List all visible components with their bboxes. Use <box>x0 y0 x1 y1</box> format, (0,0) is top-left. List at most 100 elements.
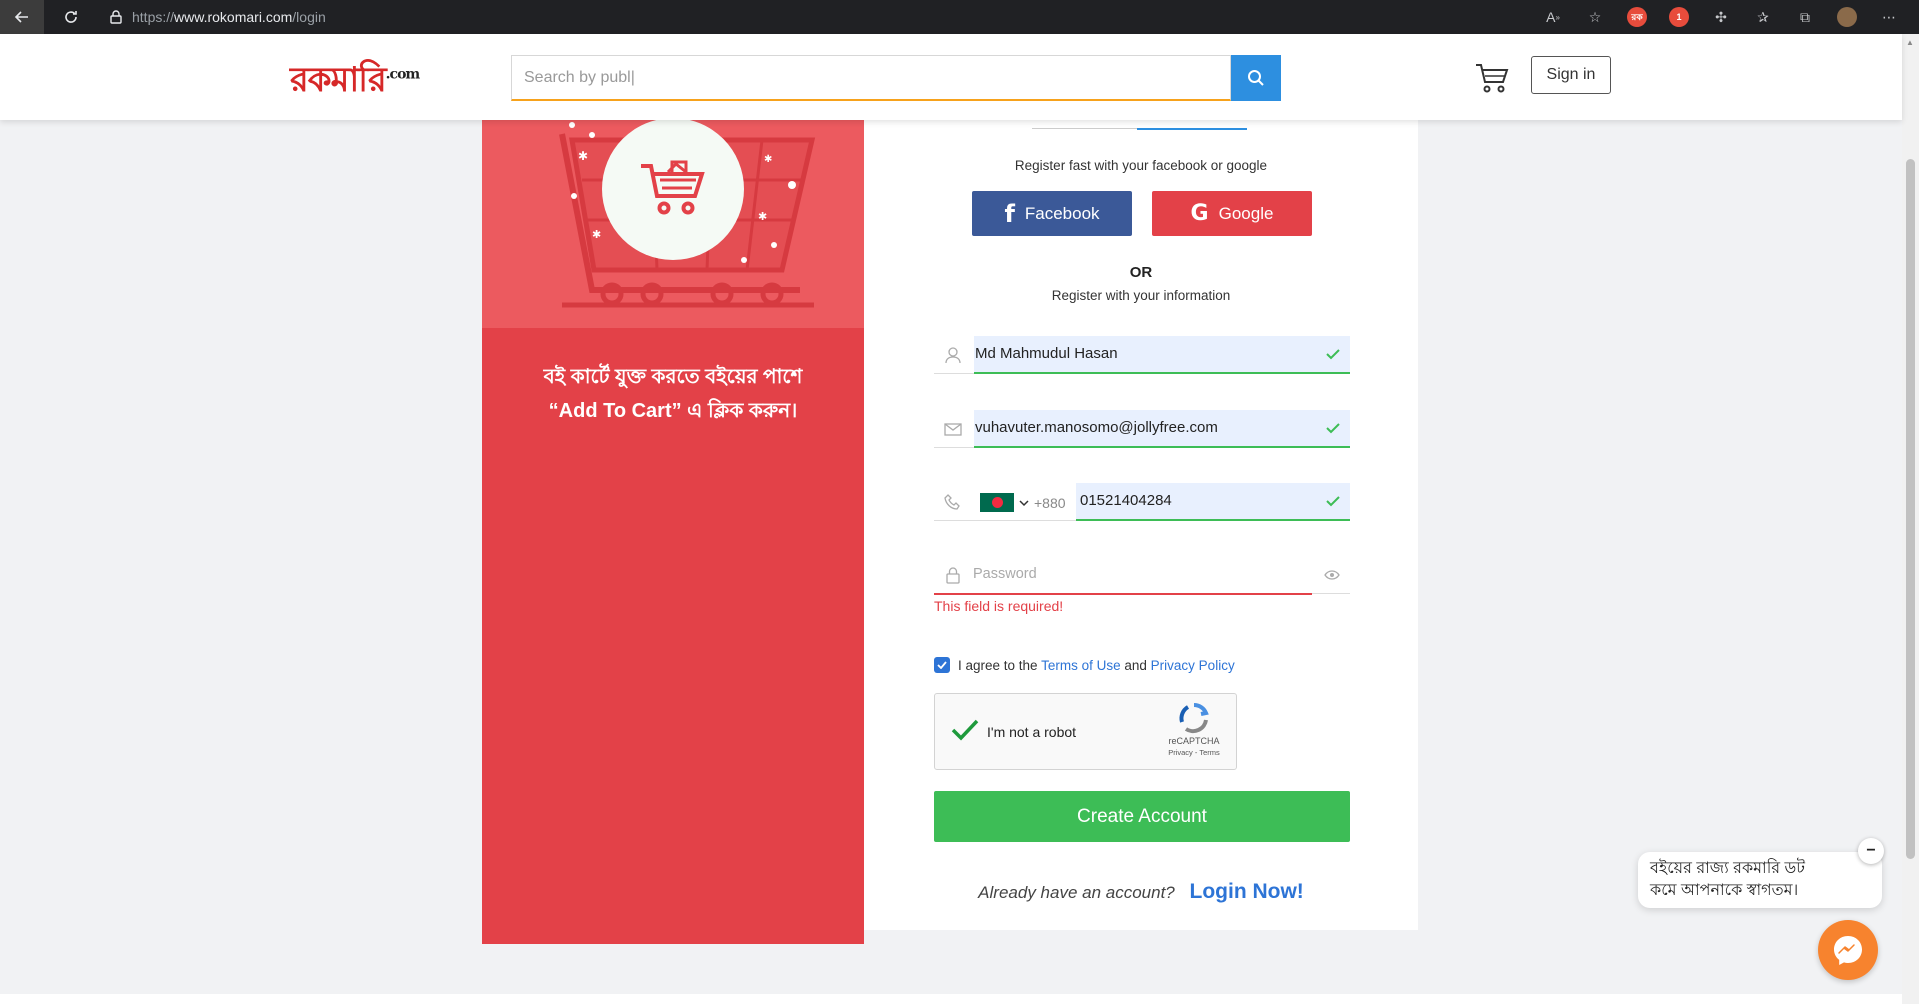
promo-text: বই কার্টে যুক্ত করতে বইয়ের পাশে “Add To… <box>482 360 864 428</box>
messenger-button[interactable] <box>1818 920 1878 980</box>
scroll-thumb[interactable] <box>1906 159 1915 859</box>
browser-actions: A» ☆ রক 1 ✣ ✰ ⧉ ⋯ <box>1543 0 1899 34</box>
svg-text:✱: ✱ <box>578 149 588 163</box>
cart-icon[interactable] <box>1474 60 1510 96</box>
url-host: www.rokomari.com <box>174 9 293 25</box>
browser-toolbar: https://www.rokomari.com/login A» ☆ রক 1… <box>0 0 1919 34</box>
logo-text: রকমারি <box>290 60 387 100</box>
chat-greeting-bubble[interactable]: বইয়ের রাজ্য রকমারি ডট কমে আপনাকে স্বাগত… <box>1638 852 1882 908</box>
page-scrollbar[interactable]: ▲ <box>1902 34 1919 1004</box>
already-account-text: Already have an account? <box>978 883 1175 902</box>
reload-icon <box>65 11 77 23</box>
password-error-underline <box>934 593 1312 595</box>
register-form-panel: Register fast with your facebook or goog… <box>864 120 1418 930</box>
eye-icon[interactable] <box>1324 570 1340 580</box>
cart-badge-circle <box>602 120 744 260</box>
phone-field: +880 01521404284 <box>934 483 1350 521</box>
favorites-icon[interactable]: ✰ <box>1753 7 1773 27</box>
lock-icon <box>110 10 122 24</box>
url-text: https://www.rokomari.com/login <box>132 9 326 25</box>
lock-icon <box>946 567 960 584</box>
social-register-hint: Register fast with your facebook or goog… <box>1014 158 1268 173</box>
password-error-message: This field is required! <box>934 598 1064 614</box>
extension-notification-icon[interactable]: 1 <box>1669 7 1689 27</box>
recaptcha-brand: reCAPTCHA <box>1168 736 1220 746</box>
site-header: রকমারি.com Search by publ| Sign in <box>0 34 1902 120</box>
recaptcha-logo: reCAPTCHA Privacy - Terms <box>1164 702 1224 757</box>
facebook-button-label: Facebook <box>1024 203 1100 223</box>
password-input[interactable]: Password <box>973 566 1037 582</box>
search-bar: Search by publ| <box>511 55 1281 101</box>
google-button-label: Google <box>1218 203 1274 223</box>
collections-icon[interactable]: ⧉ <box>1795 7 1815 27</box>
phone-icon <box>944 494 960 510</box>
phone-country-code: +880 <box>1034 494 1066 511</box>
search-button[interactable] <box>1231 55 1281 101</box>
svg-text:✱: ✱ <box>758 211 767 223</box>
reload-button[interactable] <box>54 0 88 34</box>
chat-line-1: বইয়ের রাজ্য রকমারি ডট <box>1650 860 1806 877</box>
phone-input[interactable]: 01521404284 <box>1076 483 1350 521</box>
recaptcha-widget[interactable]: I'm not a robot reCAPTCHA Privacy - Term… <box>934 693 1237 770</box>
privacy-policy-link[interactable]: Privacy Policy <box>1151 658 1235 673</box>
more-menu-icon[interactable]: ⋯ <box>1879 7 1899 27</box>
password-field: Password <box>934 556 1350 595</box>
sign-in-button[interactable]: Sign in <box>1531 56 1611 94</box>
arrow-left-icon <box>14 11 28 23</box>
agree-prefix: I agree to the <box>958 657 1038 673</box>
read-aloud-icon[interactable]: A» <box>1543 7 1563 27</box>
envelope-icon <box>944 423 962 436</box>
google-button[interactable]: G Google <box>1152 191 1312 236</box>
site-logo[interactable]: রকমারি.com <box>290 54 421 111</box>
recaptcha-privacy-terms[interactable]: Privacy - Terms <box>1164 748 1224 757</box>
promo-illustration: ✱ ✱ ✱ ✱ <box>482 120 864 328</box>
search-input[interactable]: Search by publ| <box>511 55 1231 101</box>
promo-panel: ✱ ✱ ✱ ✱ বই কার্টে যুক্ত করতে বইয়ের পাশে… <box>482 120 864 944</box>
address-bar[interactable]: https://www.rokomari.com/login <box>110 0 326 34</box>
extension-badge: 1 <box>1676 12 1682 22</box>
minus-icon: − <box>1866 842 1876 859</box>
terms-checkbox[interactable] <box>934 657 950 673</box>
extension-rokomari-icon[interactable]: রক <box>1627 7 1647 27</box>
promo-line-2: “Add To Cart” এ ক্লিক করুন। <box>548 400 798 422</box>
profile-avatar[interactable] <box>1837 7 1857 27</box>
country-code-select[interactable]: +880 <box>980 493 1066 512</box>
checkmark-icon <box>937 661 947 669</box>
recaptcha-check-icon[interactable] <box>951 718 979 742</box>
chat-close-button[interactable]: − <box>1858 838 1884 864</box>
back-button[interactable] <box>0 0 44 34</box>
search-input-value: Search by publ| <box>524 69 635 86</box>
email-field: vuhavuter.manosomo@jollyfree.com <box>934 410 1350 448</box>
logo-suffix: .com <box>385 66 421 83</box>
terms-of-use-link[interactable]: Terms of Use <box>1041 658 1121 673</box>
promo-line-1: বই কার্টে যুক্ত করতে বইয়ের পাশে <box>543 366 803 388</box>
url-scheme: https:// <box>132 9 175 25</box>
chevron-down-icon <box>1019 499 1029 506</box>
info-register-hint: Register with your information <box>1051 288 1231 303</box>
login-now-link[interactable]: Login Now! <box>1190 880 1304 903</box>
bangladesh-flag-icon <box>980 493 1014 512</box>
email-input[interactable]: vuhavuter.manosomo@jollyfree.com <box>974 410 1350 448</box>
create-account-button[interactable]: Create Account <box>934 791 1350 842</box>
tab-signup-underline[interactable] <box>1137 128 1247 130</box>
scroll-up-arrow-icon[interactable]: ▲ <box>1906 38 1914 47</box>
search-icon <box>1248 70 1264 86</box>
svg-text:✱: ✱ <box>764 154 772 165</box>
check-icon <box>1326 349 1340 360</box>
facebook-button[interactable]: f Facebook <box>972 191 1132 236</box>
check-icon <box>1326 423 1340 434</box>
name-field: Md Mahmudul Hasan <box>934 336 1350 374</box>
terms-agreement: I agree to the Terms of Use and Privacy … <box>934 657 1235 673</box>
tab-login-underline[interactable] <box>1032 128 1137 129</box>
name-input[interactable]: Md Mahmudul Hasan <box>974 336 1350 374</box>
extensions-icon[interactable]: ✣ <box>1711 7 1731 27</box>
svg-text:✱: ✱ <box>592 229 601 241</box>
password-underline <box>1312 593 1350 594</box>
recaptcha-label: I'm not a robot <box>987 724 1077 740</box>
or-divider: OR <box>1129 264 1153 281</box>
url-path: /login <box>292 9 326 25</box>
favorite-add-icon[interactable]: ☆ <box>1585 7 1605 27</box>
recaptcha-logo-icon <box>1179 703 1209 734</box>
chat-line-2: কমে আপনাকে স্বাগতম। <box>1650 882 1799 899</box>
page-footer-strip <box>0 994 1902 1004</box>
